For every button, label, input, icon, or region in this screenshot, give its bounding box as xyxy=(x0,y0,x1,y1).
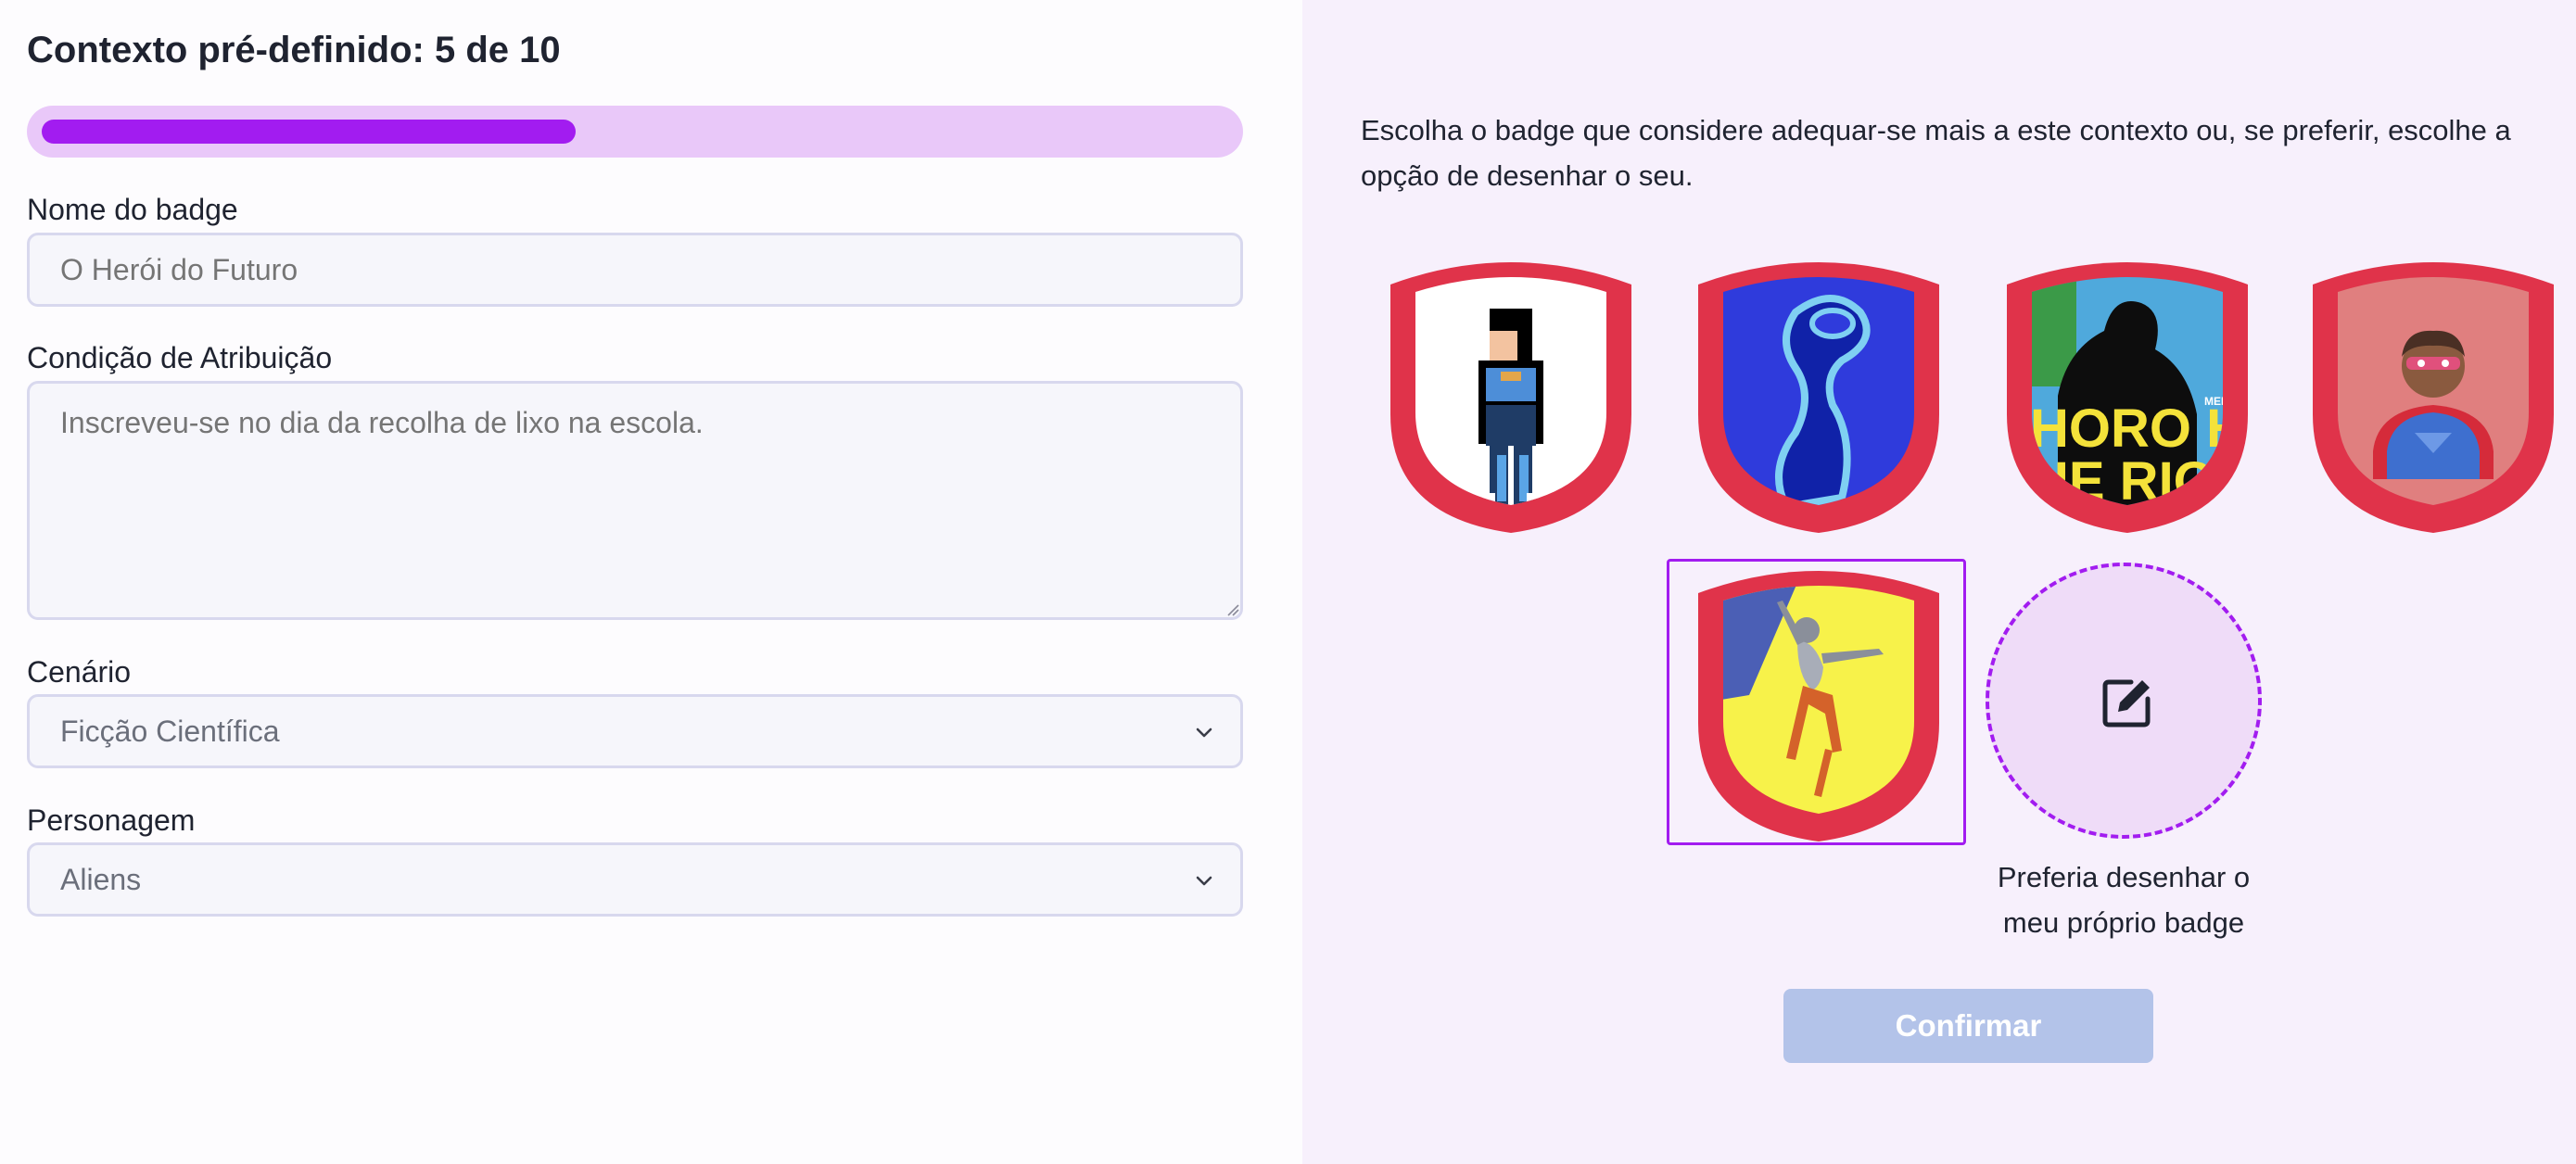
draw-own-badge-label: Preferia desenhar o meu próprio badge xyxy=(1997,861,2251,939)
chevron-down-icon xyxy=(1196,876,1212,886)
condition-label: Condição de Atribuição xyxy=(27,341,333,374)
badge-option-4[interactable] xyxy=(2308,257,2558,535)
badge-option-3[interactable]: MERDI HORO HE HE RIOR xyxy=(2002,257,2252,535)
pixel-superhero-badge-image xyxy=(1390,262,1631,533)
badge-name-input[interactable] xyxy=(27,233,1243,307)
badge-intro-text: Escolha o badge que considere adequar-se… xyxy=(1361,114,2511,192)
page-title: Contexto pré-definido: 5 de 10 xyxy=(27,30,561,70)
chevron-down-icon xyxy=(1196,728,1212,738)
character-label: Personagem xyxy=(27,803,196,837)
badge-picker-panel: Escolha o badge que considere adequar-se… xyxy=(1302,0,2576,1164)
character-select-value: Aliens xyxy=(60,863,142,896)
draw-own-badge-button[interactable] xyxy=(1986,563,2262,839)
scenario-select[interactable]: Ficção Científica xyxy=(27,694,1243,768)
comic-poster-badge-image: MERDI HORO HE HE RIOR xyxy=(2007,262,2248,533)
progress-bar-fill xyxy=(42,120,576,144)
confirm-button[interactable]: Confirmar xyxy=(1783,989,2153,1063)
edit-icon xyxy=(2102,679,2151,728)
resize-handle-icon[interactable] xyxy=(1225,601,1239,616)
condition-field-wrapper xyxy=(27,381,1243,620)
form-panel: Contexto pré-definido: 5 de 10 Nome do b… xyxy=(0,0,1302,1164)
badge-option-5[interactable] xyxy=(1694,565,1944,843)
scenario-label: Cenário xyxy=(27,655,132,689)
blue-abstract-figure-badge-image xyxy=(1698,262,1939,533)
badge-option-1[interactable] xyxy=(1386,257,1636,535)
condition-textarea[interactable] xyxy=(27,381,1243,620)
badge-option-2[interactable] xyxy=(1694,257,1944,535)
badge-name-label: Nome do badge xyxy=(27,193,238,226)
progress-bar xyxy=(27,106,1243,158)
emoji-superhero-badge-image xyxy=(2313,262,2554,533)
character-select[interactable]: Aliens xyxy=(27,842,1243,917)
scenario-select-value: Ficção Científica xyxy=(60,715,280,748)
jumping-dancer-badge-image xyxy=(1698,571,1939,841)
